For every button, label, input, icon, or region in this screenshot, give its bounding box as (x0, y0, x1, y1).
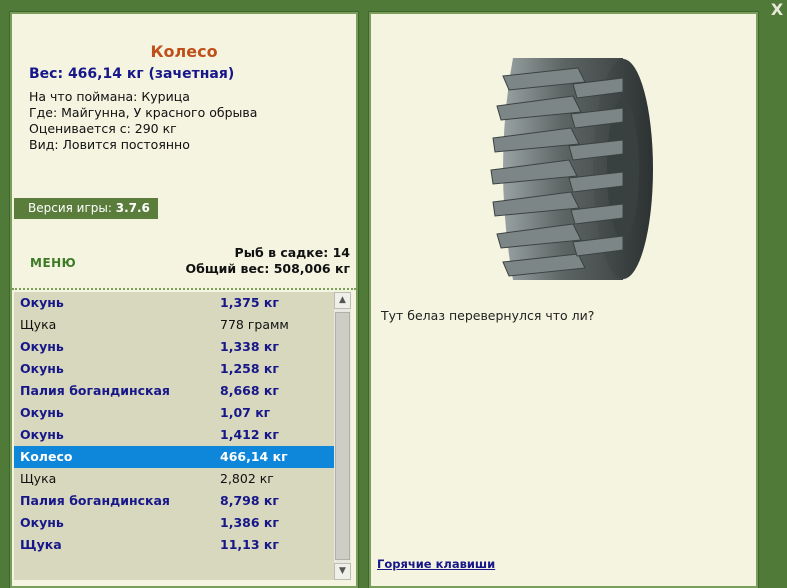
scroll-down-icon[interactable]: ▼ (334, 563, 351, 580)
close-button[interactable]: X (769, 1, 785, 19)
catch-item-weight: 1,07 кг (220, 405, 271, 420)
catch-list-item[interactable]: Окунь 1,375 кг (14, 292, 334, 314)
item-weight: Вес: 466,14 кг (зачетная) (29, 66, 235, 82)
catch-item-name: Палия богандинская (20, 493, 170, 508)
catch-item-name: Окунь (20, 361, 64, 376)
catch-item-weight: 8,798 кг (220, 493, 279, 508)
catch-list-item[interactable]: Окунь 1,412 кг (14, 424, 334, 446)
version-bar: Версия игры: 3.7.6 (14, 198, 158, 219)
catch-item-name: Окунь (20, 405, 64, 420)
catch-list-item[interactable]: Щука 778 грамм (14, 314, 334, 336)
catch-comment: Тут белаз перевернулся что ли? (381, 308, 595, 323)
catch-item-name: Щука (20, 317, 57, 332)
catch-list-item[interactable]: Окунь 1,338 кг (14, 336, 334, 358)
catch-item-name: Окунь (20, 339, 64, 354)
catch-item-name: Колесо (20, 449, 73, 464)
catch-list-item[interactable]: Окунь 1,07 кг (14, 402, 334, 424)
item-title: Колесо (150, 42, 218, 61)
catch-item-name: Окунь (20, 427, 64, 442)
total-weight: Общий вес: 508,006 кг (185, 261, 351, 276)
item-kind: Вид: Ловится постоянно (29, 137, 190, 152)
catch-item-name: Окунь (20, 515, 64, 530)
catch-item-name: Щука (20, 537, 62, 552)
item-caught-on: На что поймана: Курица (29, 89, 190, 104)
catch-list-item[interactable]: Окунь 1,386 кг (14, 512, 334, 534)
catch-list-item[interactable]: Щука 11,13 кг (14, 534, 334, 556)
catch-stats: Рыб в садке: 14 Общий вес: 508,006 кг (186, 245, 351, 277)
scroll-up-icon[interactable]: ▲ (334, 292, 351, 309)
fish-count: Рыб в садке: 14 (234, 245, 350, 260)
left-panel: Колесо Вес: 466,14 кг (зачетная) На что … (10, 12, 358, 588)
catch-item-name: Палия богандинская (20, 383, 170, 398)
catch-item-weight: 466,14 кг (220, 449, 288, 464)
catch-item-weight: 1,412 кг (220, 427, 279, 442)
catch-item-weight: 8,668 кг (220, 383, 279, 398)
catch-item-weight: 1,375 кг (220, 295, 279, 310)
catch-list: Окунь 1,375 кг Щука 778 грамм Окунь 1,338 кг О… (14, 292, 334, 580)
right-panel: Тут белаз перевернулся что ли? Горячие к… (369, 12, 758, 588)
tyre-image (473, 48, 663, 288)
tyre-icon (490, 58, 653, 280)
catch-item-weight: 1,258 кг (220, 361, 279, 376)
catch-item-name: Щука (20, 471, 57, 486)
catch-item-weight: 778 грамм (220, 317, 289, 332)
catch-item-weight: 2,802 кг (220, 471, 274, 486)
catch-item-name: Окунь (20, 295, 64, 310)
catch-list-scrollbar[interactable]: ▲ ▼ (334, 292, 351, 580)
catch-list-item[interactable]: Окунь 1,258 кг (14, 358, 334, 380)
hotkeys-link[interactable]: Горячие клавиши (377, 557, 495, 571)
item-location: Где: Майгунна, У красного обрыва (29, 105, 258, 120)
divider (12, 288, 356, 290)
catch-list-item[interactable]: Палия богандинская 8,798 кг (14, 490, 334, 512)
scroll-thumb[interactable] (335, 312, 350, 560)
catch-item-weight: 1,386 кг (220, 515, 279, 530)
version-value: 3.7.6 (115, 201, 150, 215)
version-label: Версия игры: (28, 201, 112, 215)
catch-item-weight: 11,13 кг (220, 537, 279, 552)
catch-list-item[interactable]: Колесо 466,14 кг (14, 446, 334, 468)
menu-button[interactable]: Меню (30, 256, 76, 270)
item-price: Оценивается с: 290 кг (29, 121, 177, 136)
catch-list-item[interactable]: Щука 2,802 кг (14, 468, 334, 490)
catch-item-weight: 1,338 кг (220, 339, 279, 354)
catch-list-item[interactable]: Палия богандинская 8,668 кг (14, 380, 334, 402)
